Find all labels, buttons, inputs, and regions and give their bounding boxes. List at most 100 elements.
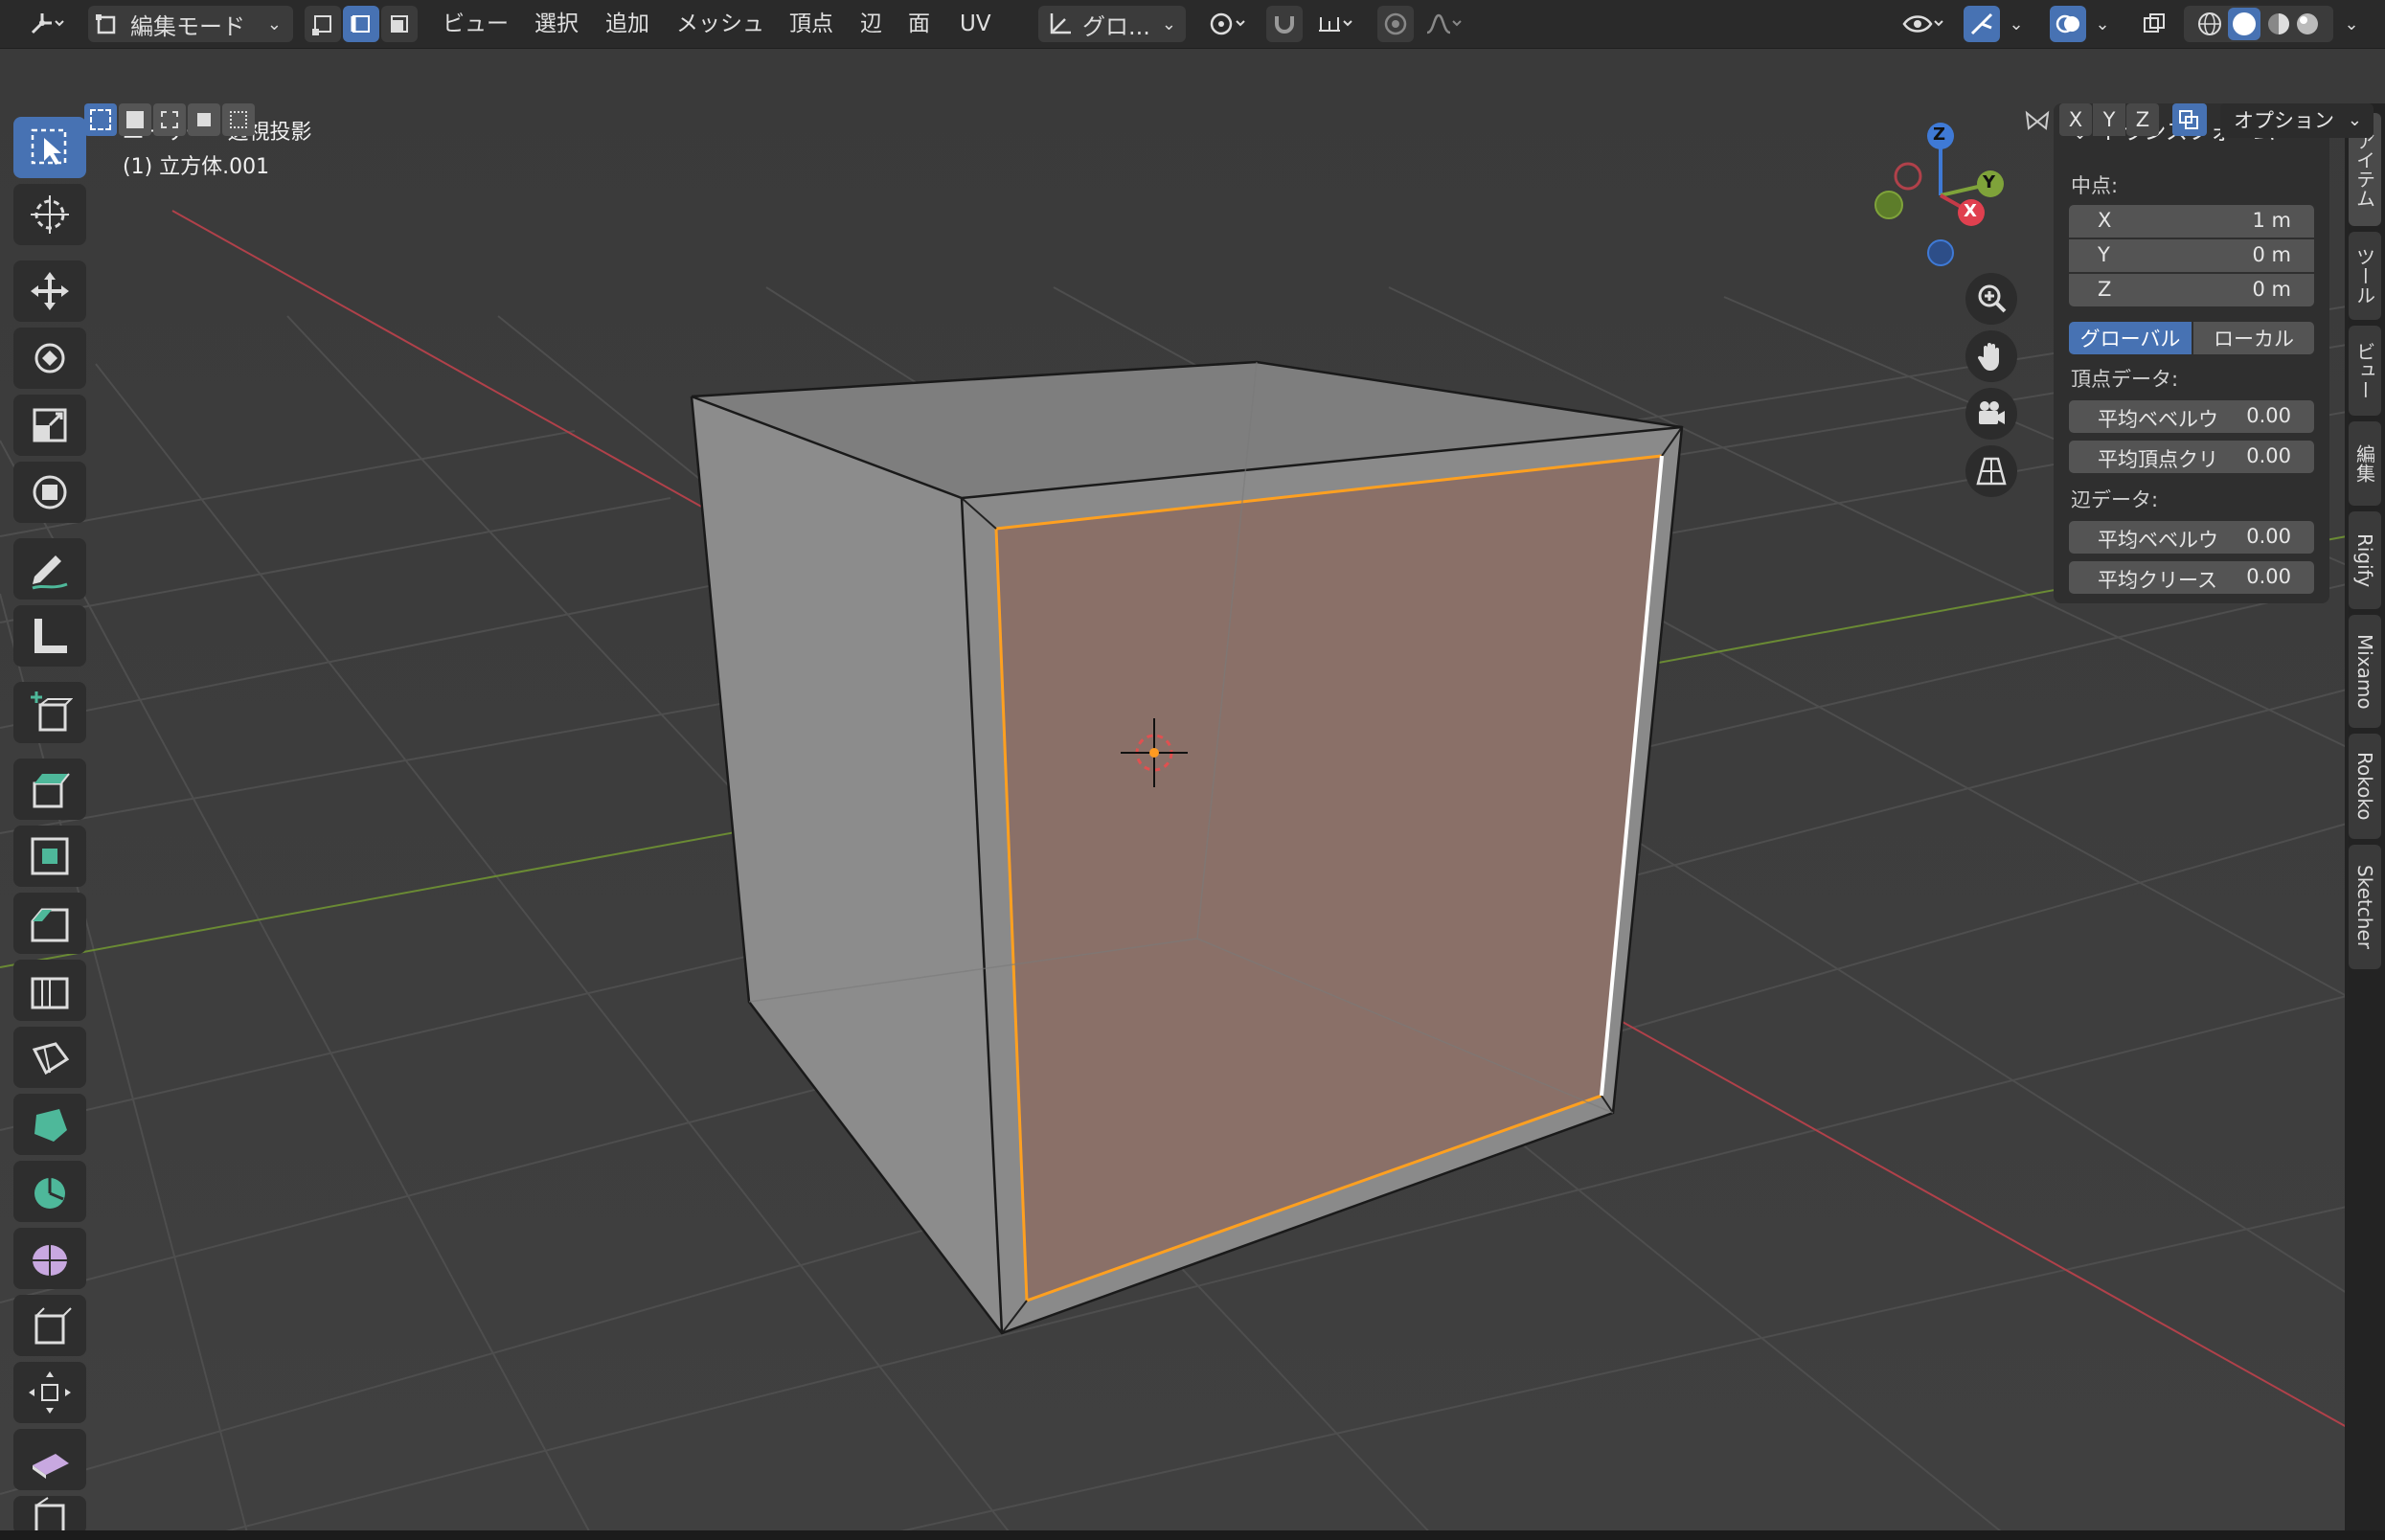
- add-cube-icon: [31, 691, 73, 732]
- measure-tool[interactable]: [13, 605, 86, 667]
- shrink-fatten-icon: [29, 1371, 71, 1414]
- orientation-icon: [1050, 13, 1071, 34]
- visibility-dropdown[interactable]: [1895, 6, 1952, 42]
- tool-settings-bar: X Y Z オプション ⌄: [0, 48, 2385, 138]
- mode-dropdown[interactable]: 編集モード ⌄: [88, 6, 293, 42]
- menu-face[interactable]: 面: [908, 8, 930, 40]
- mirror-y-button[interactable]: Y: [2093, 103, 2125, 136]
- vertex-crease-field[interactable]: 平均頂点クリ 0.00: [2069, 441, 2314, 473]
- bevel-icon: [31, 908, 69, 942]
- tab-rokoko[interactable]: Rokoko: [2349, 734, 2381, 839]
- overlays-dropdown[interactable]: ⌄: [2088, 6, 2117, 42]
- mirror-z-button[interactable]: Z: [2126, 103, 2159, 136]
- add-cube-tool[interactable]: [13, 682, 86, 743]
- annotate-tool[interactable]: [13, 538, 86, 600]
- edge-bevel-weight-label: 平均ベベルウ: [2098, 529, 2218, 552]
- axis-editor-icon: [31, 13, 64, 34]
- shading-dropdown[interactable]: ⌄: [2337, 6, 2366, 42]
- vertex-bevel-weight-field[interactable]: 平均ベベルウ 0.00: [2069, 400, 2314, 433]
- knife-tool[interactable]: [13, 1027, 86, 1088]
- select-extend-button[interactable]: [119, 103, 151, 136]
- select-invert-button[interactable]: [188, 103, 220, 136]
- rotate-tool[interactable]: [13, 328, 86, 389]
- menu-add[interactable]: 追加: [605, 8, 649, 40]
- edge-crease-field[interactable]: 平均クリース 0.00: [2069, 561, 2314, 594]
- snap-toggle-button[interactable]: [1266, 6, 1303, 42]
- select-new-button[interactable]: [84, 103, 117, 136]
- menu-mesh[interactable]: メッシュ: [676, 8, 764, 40]
- select-subtract-button[interactable]: [153, 103, 186, 136]
- snap-target-dropdown[interactable]: [1306, 6, 1366, 42]
- shear-tool[interactable]: [13, 1429, 86, 1490]
- mirror-butterfly-icon: [2025, 110, 2050, 130]
- median-z-axis: Z: [2098, 278, 2112, 301]
- tab-rigify[interactable]: Rigify: [2349, 511, 2381, 609]
- perspective-toggle-button[interactable]: [1965, 445, 2017, 497]
- xray-toggle-button[interactable]: [2136, 6, 2172, 42]
- menu-edge[interactable]: 辺: [860, 8, 882, 40]
- vertex-crease-value: 0.00: [2246, 444, 2291, 467]
- solid-shading-icon[interactable]: [2228, 8, 2260, 40]
- vertex-select-mode-button[interactable]: [305, 6, 341, 42]
- gizmo-icon: [1970, 12, 1993, 35]
- editor-type-button[interactable]: [19, 6, 73, 42]
- tab-edit[interactable]: 編集: [2349, 421, 2381, 506]
- gizmo-toggle-button[interactable]: [1964, 6, 2000, 42]
- median-x-axis: X: [2098, 209, 2112, 232]
- camera-view-button[interactable]: [1965, 388, 2017, 440]
- zoom-button[interactable]: [1965, 273, 2017, 325]
- material-shading-icon[interactable]: [2264, 10, 2293, 38]
- bevel-tool[interactable]: [13, 893, 86, 954]
- merge-icon: [2179, 110, 2198, 129]
- loop-cut-tool[interactable]: [13, 960, 86, 1021]
- local-toggle[interactable]: ローカル: [2193, 322, 2314, 354]
- menu-uv[interactable]: UV: [960, 8, 991, 40]
- median-z-field[interactable]: Z 0 m: [2069, 274, 2314, 306]
- tab-view[interactable]: ビュー: [2349, 326, 2381, 416]
- extrude-tool[interactable]: [13, 759, 86, 820]
- 3d-viewport[interactable]: [0, 0, 2385, 1540]
- poly-build-tool[interactable]: [13, 1094, 86, 1155]
- ruler-icon: [34, 619, 67, 653]
- wireframe-shading-icon[interactable]: [2195, 10, 2224, 38]
- median-y-field[interactable]: Y 0 m: [2069, 239, 2314, 272]
- transform-tool[interactable]: [13, 462, 86, 523]
- median-x-field[interactable]: X 1 m: [2069, 205, 2314, 238]
- mirror-x-button[interactable]: X: [2059, 103, 2092, 136]
- face-select-mode-button[interactable]: [381, 6, 418, 42]
- vertex-bevel-weight-label: 平均ベベルウ: [2098, 408, 2218, 431]
- move-tool[interactable]: [13, 260, 86, 322]
- edge-slide-tool[interactable]: [13, 1295, 86, 1356]
- rendered-shading-icon[interactable]: [2293, 10, 2322, 38]
- shrink-fatten-tool[interactable]: [13, 1362, 86, 1423]
- inset-faces-tool[interactable]: [13, 826, 86, 887]
- global-toggle[interactable]: グローバル: [2069, 322, 2192, 354]
- overlays-toggle-button[interactable]: [2050, 6, 2086, 42]
- scale-tool[interactable]: [13, 395, 86, 456]
- edge-bevel-weight-field[interactable]: 平均ベベルウ 0.00: [2069, 521, 2314, 554]
- smooth-icon: [33, 1245, 67, 1276]
- spin-tool[interactable]: [13, 1161, 86, 1222]
- proportional-falloff-dropdown[interactable]: [1418, 6, 1473, 42]
- gizmo-dropdown[interactable]: ⌄: [2002, 6, 2031, 42]
- select-box-tool[interactable]: [13, 117, 86, 178]
- tab-mixamo[interactable]: Mixamo: [2349, 615, 2381, 728]
- options-dropdown[interactable]: オプション ⌄: [2220, 103, 2374, 138]
- pivot-point-dropdown[interactable]: [1199, 6, 1259, 42]
- orientation-label: グロ...: [1082, 12, 1150, 40]
- shear-icon: [33, 1454, 69, 1479]
- pan-button[interactable]: [1965, 330, 2017, 382]
- select-intersect-button[interactable]: [222, 103, 255, 136]
- edge-select-mode-button[interactable]: [343, 6, 379, 42]
- smooth-tool[interactable]: [13, 1228, 86, 1289]
- menu-select[interactable]: 選択: [534, 8, 579, 40]
- rip-region-tool[interactable]: [13, 1496, 86, 1534]
- menu-vertex[interactable]: 頂点: [789, 8, 833, 40]
- menu-view[interactable]: ビュー: [443, 8, 509, 40]
- tab-sketcher[interactable]: Sketcher: [2349, 845, 2381, 969]
- tab-tool[interactable]: ツール: [2349, 232, 2381, 320]
- cursor-tool[interactable]: [13, 184, 86, 245]
- proportional-edit-toggle[interactable]: [1377, 6, 1414, 42]
- transform-orientation-dropdown[interactable]: グロ... ⌄: [1038, 6, 1186, 42]
- auto-merge-button[interactable]: [2172, 103, 2207, 136]
